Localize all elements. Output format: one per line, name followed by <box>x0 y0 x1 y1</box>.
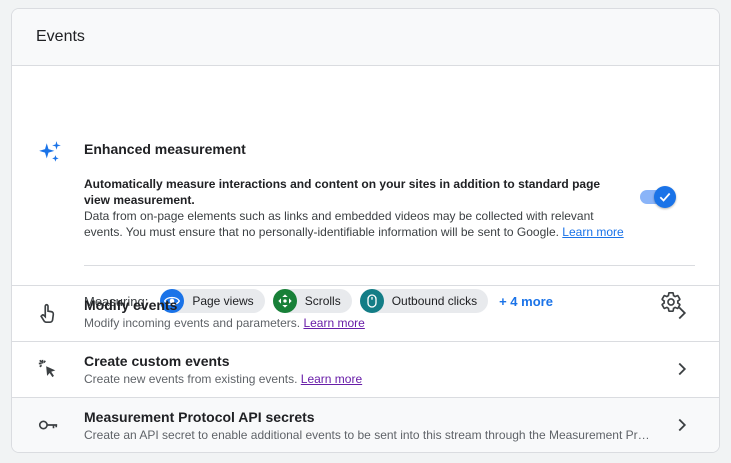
toggle-thumb <box>654 186 676 208</box>
enhanced-measurement-description: Automatically measure interactions and c… <box>84 176 629 240</box>
events-card: Events Enhanced measurement Automaticall… <box>11 8 720 453</box>
row-description-text: Modify incoming events and parameters. <box>84 316 301 330</box>
card-header: Events <box>12 9 719 66</box>
row-measurement-protocol-api-secrets[interactable]: Measurement Protocol API secrets Create … <box>12 398 719 452</box>
learn-more-link[interactable]: Learn more <box>562 225 623 239</box>
learn-more-link[interactable]: Learn more <box>301 372 362 386</box>
row-description: Create new events from existing events. … <box>84 372 652 386</box>
row-description: Create an API secret to enable additiona… <box>84 428 652 442</box>
enhanced-measurement-toggle[interactable] <box>640 186 678 208</box>
card-title: Events <box>36 28 85 45</box>
row-title: Create custom events <box>84 353 230 369</box>
row-title: Measurement Protocol API secrets <box>84 409 315 425</box>
description-text: Data from on-page elements such as links… <box>84 209 594 239</box>
row-description: Modify incoming events and parameters. L… <box>84 316 652 330</box>
chevron-right-icon <box>678 418 687 432</box>
description-bold: Automatically measure interactions and c… <box>84 177 601 207</box>
chevron-right-icon <box>678 362 687 376</box>
cursor-click-icon <box>38 359 56 378</box>
divider <box>84 265 695 266</box>
chevron-right-icon <box>678 306 687 320</box>
learn-more-link[interactable]: Learn more <box>303 316 364 330</box>
row-create-custom-events[interactable]: Create custom events Create new events f… <box>12 342 719 398</box>
sparkle-icon <box>39 141 61 162</box>
row-title: Modify events <box>84 297 178 313</box>
row-description-text: Create new events from existing events. <box>84 372 298 386</box>
enhanced-measurement-section: Enhanced measurement Automatically measu… <box>12 66 719 313</box>
key-icon <box>38 420 58 430</box>
row-modify-events[interactable]: Modify events Modify incoming events and… <box>12 286 719 342</box>
check-icon <box>659 192 671 202</box>
touch-icon <box>40 303 55 323</box>
enhanced-measurement-title: Enhanced measurement <box>84 141 246 157</box>
